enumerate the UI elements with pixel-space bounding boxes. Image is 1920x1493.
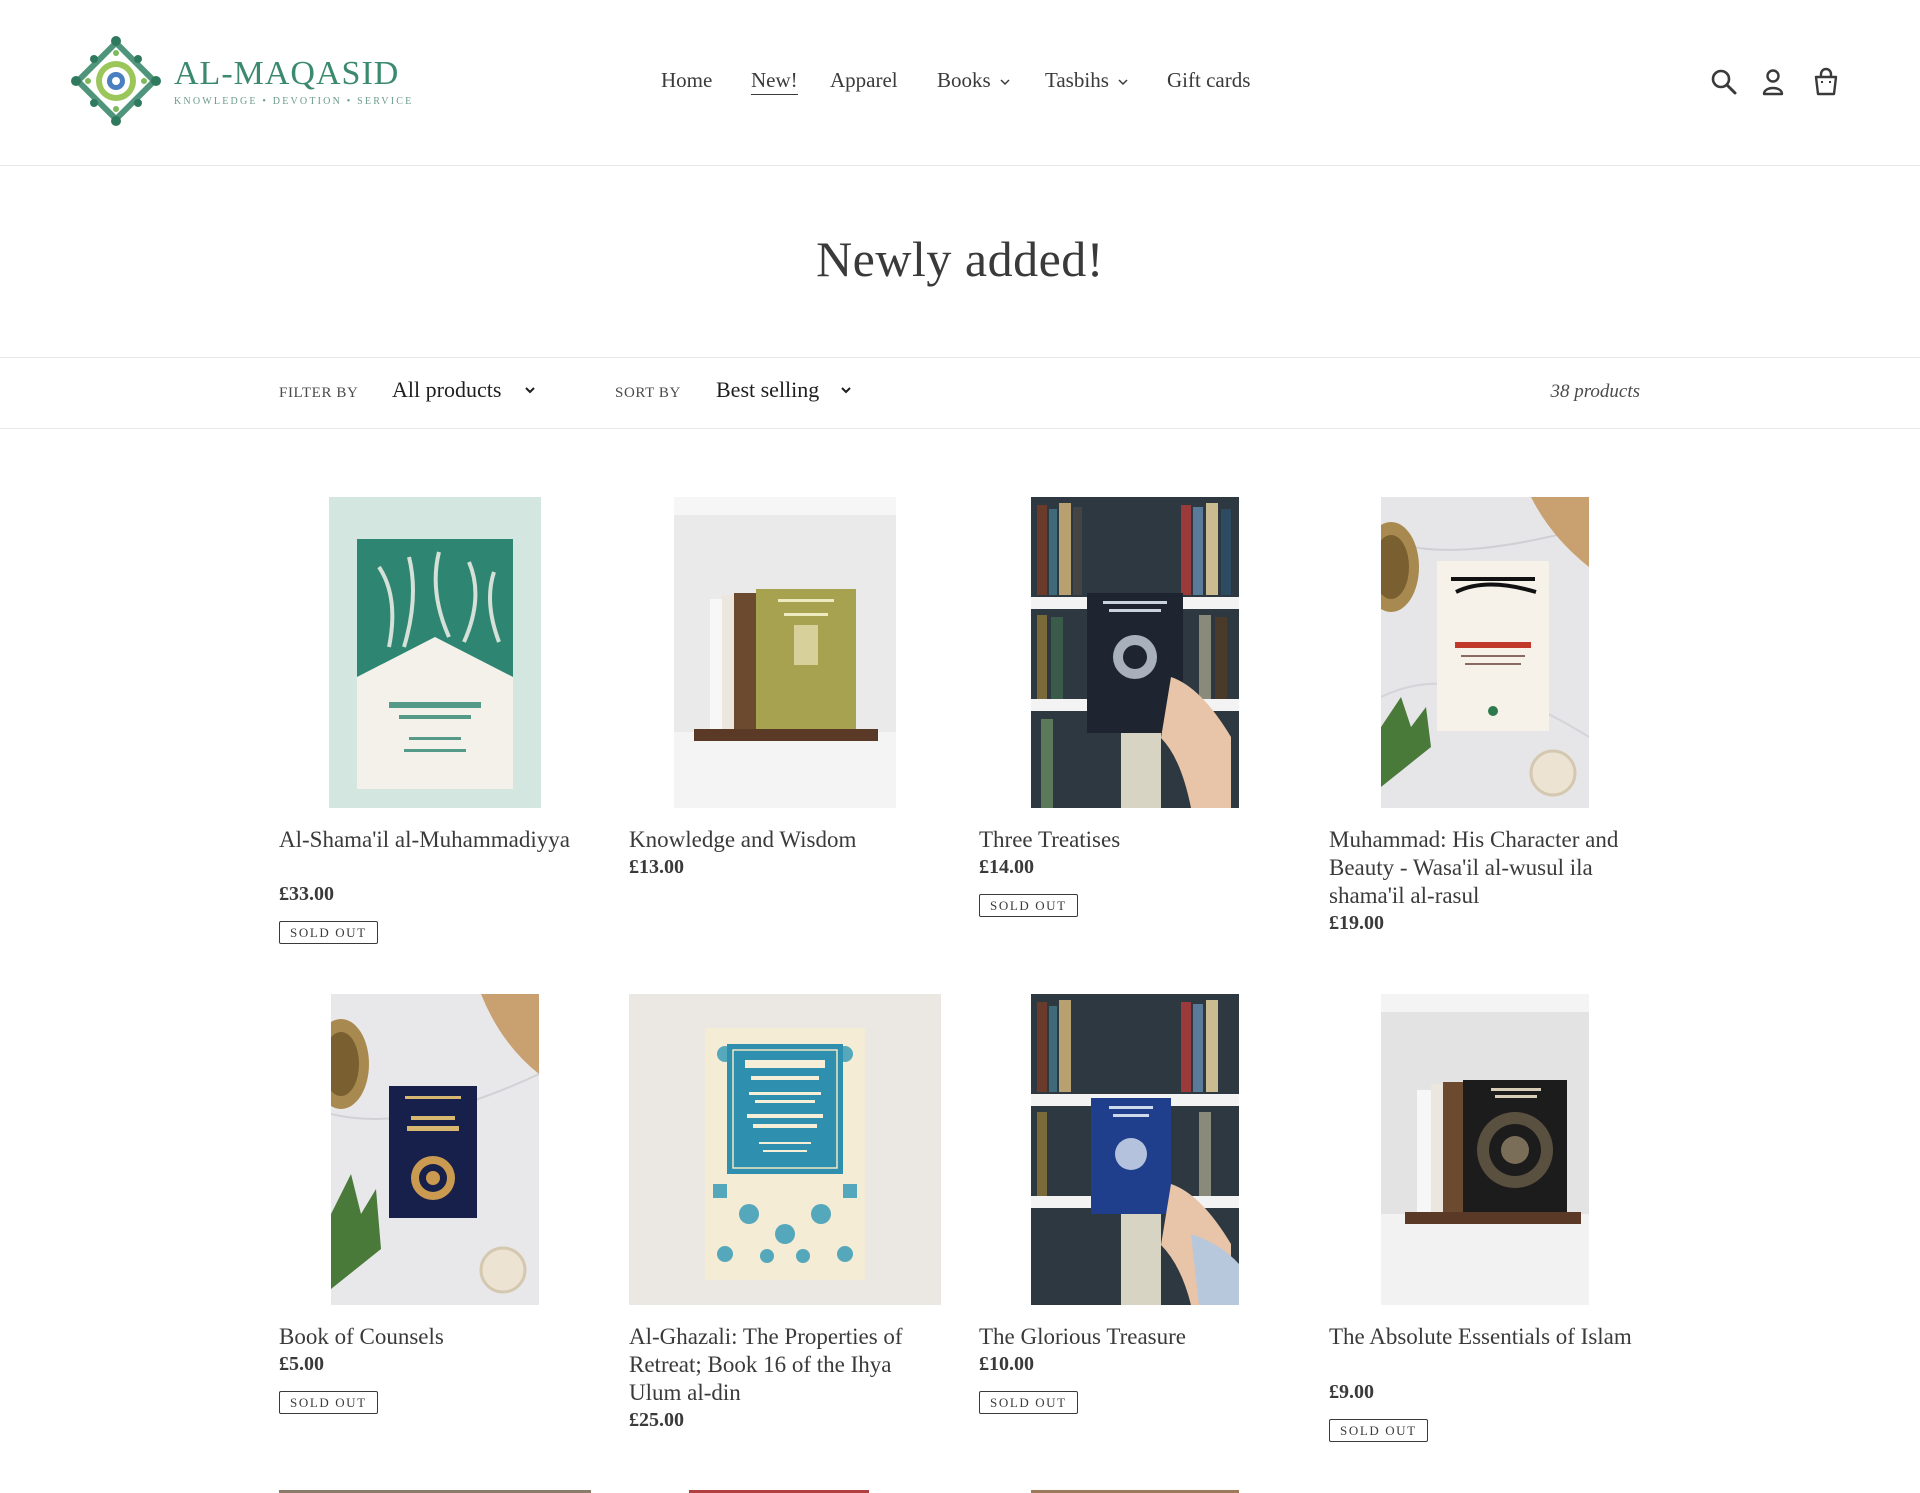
account-icon[interactable] [1758,67,1788,97]
filter-select[interactable]: All products [392,377,537,403]
product-title[interactable]: Three Treatises [979,826,1291,854]
product-title[interactable]: Al-Ghazali: The Properties of Retreat; B… [629,1323,941,1407]
product-image[interactable] [1031,994,1239,1305]
nav-item-apparel[interactable]: Apparel [830,68,898,93]
sold-out-badge: SOLD OUT [279,1391,378,1414]
product-image[interactable] [331,994,539,1305]
book-cover-image [1031,994,1239,1305]
nav-item-books[interactable]: Books [937,68,1011,93]
nav-item-gift-cards[interactable]: Gift cards [1167,68,1250,93]
nav-item-new[interactable]: New! [751,68,798,95]
product-image[interactable] [1381,497,1589,808]
product-image[interactable] [629,994,941,1305]
product-price: £10.00 [979,1353,1034,1375]
book-cover-image [329,497,541,808]
product-image[interactable] [329,497,541,808]
search-icon[interactable] [1709,67,1739,97]
filter-label: FILTER BY [279,385,359,401]
product-price: £25.00 [629,1409,684,1431]
product-card[interactable]: Book of Counsels £5.00 SOLD OUT [279,994,591,1444]
product-card[interactable]: Al-Ghazali: The Properties of Retreat; B… [629,994,941,1444]
product-card[interactable]: The Glorious Treasure £10.00 SOLD OUT [979,994,1291,1444]
sort-select[interactable]: Best selling [716,377,853,403]
book-cover-image [629,994,941,1305]
site-header: AL-MAQASID KNOWLEDGE • DEVOTION • SERVIC… [0,0,1920,166]
product-title[interactable]: Book of Counsels [279,1323,591,1351]
nav-item-tasbihs[interactable]: Tasbihs [1045,68,1129,93]
product-card[interactable]: Knowledge and Wisdom £13.00 [629,497,941,947]
product-count: 38 products [1550,381,1640,402]
main-nav: Home New! Apparel Books Tasbihs Gift car… [0,68,1920,98]
product-card[interactable]: Muhammad: His Character and Beauty - Was… [1329,497,1641,947]
cart-icon[interactable] [1811,67,1841,97]
book-cover-image [1381,994,1589,1305]
product-title[interactable]: The Absolute Essentials of Islam [1329,1323,1641,1351]
product-price: £19.00 [1329,912,1384,934]
product-card[interactable]: Three Treatises £14.00 SOLD OUT [979,497,1291,947]
product-title[interactable]: Al-Shama'il al-Muhammadiyya [279,826,591,854]
sold-out-badge: SOLD OUT [1329,1419,1428,1442]
product-price: £13.00 [629,856,684,878]
filter-value: All products [392,377,502,402]
sold-out-badge: SOLD OUT [979,894,1078,917]
filter-bar: FILTER BY All products SORT BY Best sell… [0,357,1920,429]
page-title: Newly added! [816,231,1104,287]
product-price: £14.00 [979,856,1034,878]
product-title[interactable]: The Glorious Treasure [979,1323,1291,1351]
product-price: £5.00 [279,1353,324,1375]
product-image[interactable] [1031,497,1239,808]
chevron-down-icon [1118,78,1128,85]
sold-out-badge: SOLD OUT [979,1391,1078,1414]
chevron-down-icon [525,387,536,394]
product-image[interactable] [1381,994,1589,1305]
product-card[interactable]: The Absolute Essentials of Islam £9.00 S… [1329,994,1641,1444]
sold-out-badge: SOLD OUT [279,921,378,944]
book-cover-image [674,497,896,808]
book-cover-image [1381,497,1589,808]
product-price: £9.00 [1329,1381,1374,1403]
nav-item-home[interactable]: Home [661,68,712,93]
product-price: £33.00 [279,883,334,905]
product-title[interactable]: Knowledge and Wisdom [629,826,941,854]
book-cover-image [1031,497,1239,808]
product-image[interactable] [674,497,896,808]
chevron-down-icon [841,387,851,394]
book-cover-image [331,994,539,1305]
sort-value: Best selling [716,377,820,402]
product-card[interactable]: Al-Shama'il al-Muhammadiyya £33.00 SOLD … [279,497,591,947]
product-title[interactable]: Muhammad: His Character and Beauty - Was… [1329,826,1641,910]
sort-label: SORT BY [615,385,681,401]
chevron-down-icon [1000,78,1010,85]
